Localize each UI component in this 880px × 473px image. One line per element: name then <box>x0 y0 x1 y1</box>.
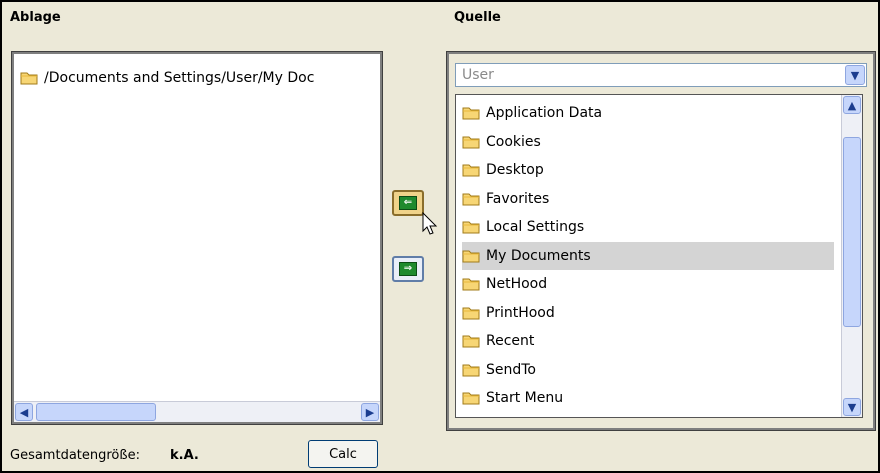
destination-list[interactable]: /Documents and Settings/User/My Doc ◀ ▶ <box>12 52 382 424</box>
list-item-label: PrintHood <box>486 304 555 321</box>
list-item[interactable]: Cookies <box>462 128 834 156</box>
source-combo[interactable]: User ▼ <box>455 63 867 87</box>
scroll-right-button[interactable]: ▶ <box>361 403 379 421</box>
chevron-down-icon: ▼ <box>847 400 857 414</box>
source-panel: User ▼ Application Data Cookies Desktop Fav… <box>447 52 875 430</box>
list-item-label: Desktop <box>486 162 544 178</box>
arrow-left-icon: ⇐ <box>399 196 417 210</box>
total-size-label: Gesamtdatengröße: <box>10 448 140 463</box>
chevron-up-icon: ▲ <box>847 98 857 112</box>
list-item-label: NetHood <box>486 276 548 292</box>
list-item-label: Application Data <box>486 105 603 121</box>
list-item-label: /Documents and Settings/User/My Doc <box>44 70 315 86</box>
left-panel-title: Ablage <box>10 10 61 25</box>
list-item-label: Cookies <box>486 133 541 150</box>
move-right-button[interactable]: ⇒ <box>392 256 424 282</box>
list-item[interactable]: SendTo <box>462 356 834 384</box>
horizontal-scrollbar[interactable]: ◀ ▶ <box>14 401 380 422</box>
list-item-label: My Documents <box>486 247 591 264</box>
list-item[interactable]: Recent <box>462 327 834 355</box>
chevron-down-icon: ▼ <box>850 68 860 82</box>
combo-dropdown-button[interactable]: ▼ <box>845 65 865 85</box>
scroll-up-button[interactable]: ▲ <box>843 96 861 114</box>
folder-icon <box>462 277 480 291</box>
right-panel-title: Quelle <box>454 10 501 25</box>
list-item[interactable]: Desktop <box>462 156 834 184</box>
list-item-label: SendTo <box>486 361 536 378</box>
list-item[interactable]: /Documents and Settings/User/My Doc <box>20 64 374 92</box>
folder-icon <box>20 71 38 85</box>
mouse-pointer-icon <box>422 212 438 235</box>
dialog-frame: Ablage /Documents and Settings/User/My D… <box>0 0 880 473</box>
list-item-label: Local Settings <box>486 219 585 235</box>
list-item-label: Start Menu <box>486 390 564 406</box>
source-list[interactable]: Application Data Cookies Desktop Favorites L… <box>455 94 863 418</box>
list-item[interactable]: PrintHood <box>462 299 834 327</box>
list-item[interactable]: Local Settings <box>462 213 834 241</box>
folder-icon <box>462 220 480 234</box>
move-left-button[interactable]: ⇐ <box>392 190 424 216</box>
folder-icon <box>462 306 480 320</box>
folder-icon <box>462 106 480 120</box>
combo-value: User <box>462 67 494 83</box>
scroll-left-button[interactable]: ◀ <box>15 403 33 421</box>
list-item-label: Favorites <box>486 190 550 207</box>
folder-icon <box>462 192 480 206</box>
folder-icon <box>462 135 480 149</box>
list-item[interactable]: Start Menu <box>462 384 834 412</box>
list-item[interactable]: Favorites <box>462 185 834 213</box>
arrow-right-icon: ⇒ <box>399 262 417 276</box>
list-item-label: Recent <box>486 333 535 349</box>
folder-icon <box>462 163 480 177</box>
folder-icon <box>462 249 480 263</box>
calc-button[interactable]: Calc <box>308 440 378 468</box>
list-item[interactable]: My Documents <box>462 241 834 270</box>
horizontal-scroll-thumb[interactable] <box>36 403 156 421</box>
chevron-left-icon: ◀ <box>19 405 29 419</box>
chevron-right-icon: ▶ <box>365 405 375 419</box>
list-item[interactable]: NetHood <box>462 270 834 298</box>
vertical-scrollbar[interactable]: ▲ ▼ <box>841 95 862 417</box>
scroll-down-button[interactable]: ▼ <box>843 398 861 416</box>
list-item[interactable]: Application Data <box>462 99 834 127</box>
folder-icon <box>462 363 480 377</box>
total-size-value: k.A. <box>170 448 199 463</box>
vertical-scroll-thumb[interactable] <box>843 137 861 327</box>
folder-icon <box>462 391 480 405</box>
folder-icon <box>462 334 480 348</box>
